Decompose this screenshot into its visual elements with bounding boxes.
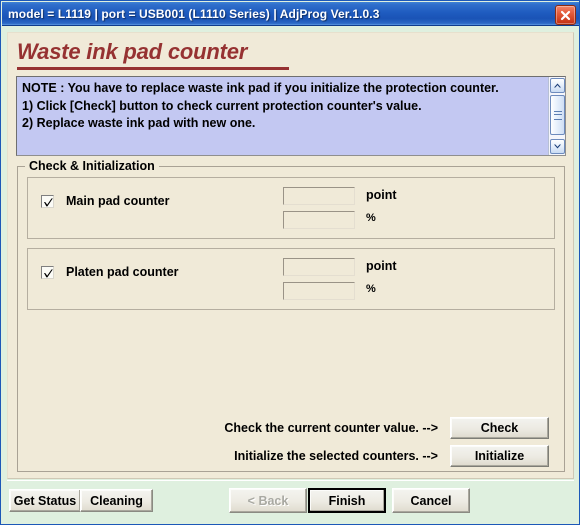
title-bar: model = L1119 | port = USB001 (L1110 Ser… xyxy=(2,2,579,26)
platen-pad-counter-label: Platen pad counter xyxy=(66,265,179,279)
scroll-down-icon[interactable] xyxy=(550,139,565,154)
checkmark-icon xyxy=(41,194,54,208)
note-box: NOTE : You have to replace waste ink pad… xyxy=(16,76,566,156)
platen-pad-point-input[interactable] xyxy=(283,258,355,276)
main-pad-percent-unit: % xyxy=(366,212,376,224)
window-title: model = L1119 | port = USB001 (L1110 Ser… xyxy=(8,6,380,21)
main-pad-point-unit: point xyxy=(366,188,397,202)
check-action-text: Check the current counter value. --> xyxy=(224,421,438,435)
scroll-up-icon[interactable] xyxy=(550,78,565,93)
footer-divider xyxy=(7,480,574,481)
check-action-row: Check the current counter value. --> Che… xyxy=(224,417,549,439)
scrollbar-thumb[interactable] xyxy=(550,95,565,135)
cleaning-button[interactable]: Cleaning xyxy=(80,489,153,512)
counter-block-main: Main pad counter point % xyxy=(27,177,555,239)
groupbox-legend: Check & Initialization xyxy=(25,159,159,173)
footer-bar: Get Status Cleaning < Back Finish Cancel xyxy=(1,480,579,524)
platen-pad-counter-checkbox[interactable]: Platen pad counter xyxy=(41,265,179,279)
initialize-action-text: Initialize the selected counters. --> xyxy=(234,449,438,463)
page-title-underline xyxy=(17,67,289,70)
adjprog-window: model = L1119 | port = USB001 (L1110 Ser… xyxy=(0,0,580,525)
cancel-button[interactable]: Cancel xyxy=(392,488,470,513)
note-scrollbar[interactable] xyxy=(548,77,565,155)
checkmark-icon xyxy=(41,265,54,279)
main-pad-counter-label: Main pad counter xyxy=(66,194,170,208)
back-button: < Back xyxy=(229,488,307,513)
platen-pad-percent-input[interactable] xyxy=(283,282,355,300)
platen-pad-percent-unit: % xyxy=(366,283,376,295)
initialize-action-row: Initialize the selected counters. --> In… xyxy=(234,445,549,467)
initialize-button[interactable]: Initialize xyxy=(450,445,549,467)
finish-button[interactable]: Finish xyxy=(308,488,386,513)
counter-block-platen: Platen pad counter point % xyxy=(27,248,555,310)
main-pad-point-input[interactable] xyxy=(283,187,355,205)
platen-pad-point-unit: point xyxy=(366,259,397,273)
content-panel: Waste ink pad counter NOTE : You have to… xyxy=(7,32,574,479)
get-status-button[interactable]: Get Status xyxy=(9,489,81,512)
page-title: Waste ink pad counter xyxy=(17,39,248,64)
main-pad-counter-checkbox[interactable]: Main pad counter xyxy=(41,194,169,208)
note-text: NOTE : You have to replace waste ink pad… xyxy=(22,81,499,130)
check-button[interactable]: Check xyxy=(450,417,549,439)
footer-tool-group: Get Status Cleaning xyxy=(9,489,153,512)
close-icon[interactable] xyxy=(555,5,576,25)
scrollbar-grip-icon xyxy=(554,111,562,120)
main-pad-percent-input[interactable] xyxy=(283,211,355,229)
